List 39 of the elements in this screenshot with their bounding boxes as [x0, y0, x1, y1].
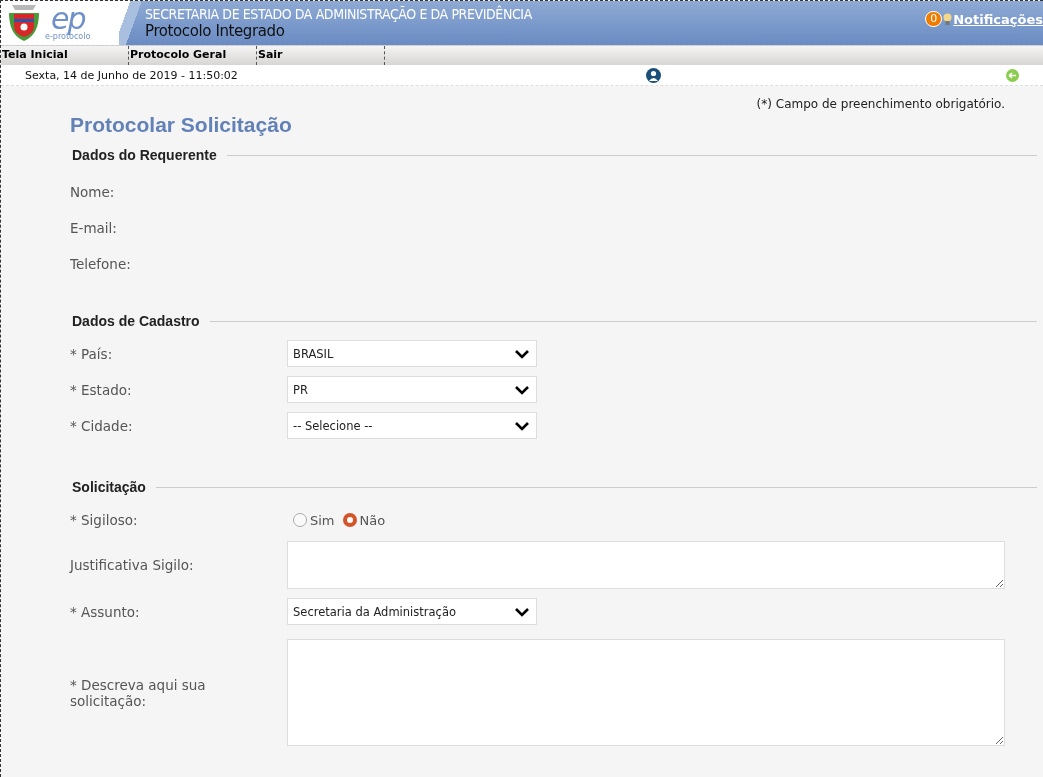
- text-area[interactable]: [287, 639, 1005, 746]
- chevron-down-icon: [514, 384, 530, 395]
- radio-button[interactable]: [293, 513, 307, 527]
- field-label: Telefone:: [70, 256, 132, 272]
- date-time: Sexta, 14 de Junho de 2019 - 11:50:02: [25, 68, 239, 82]
- agency-name: SECRETARIA DE ESTADO DA ADMINISTRAÇÃO E DA PREVIDÊNCIA: [145, 6, 533, 22]
- field-label: * Sigiloso:: [70, 512, 139, 528]
- field-label: * Descreva aqui sua solicitação:: [70, 676, 207, 709]
- chevron-down-icon: [514, 420, 530, 431]
- logo-mark: ep: [50, 5, 85, 33]
- field-label: E-mail:: [70, 220, 118, 236]
- field-label: Nome:: [70, 184, 116, 200]
- text-area[interactable]: [287, 541, 1005, 589]
- chevron-down-icon: [514, 348, 530, 359]
- required-note: (*) Campo de preenchimento obrigatório.: [755, 96, 1005, 111]
- logo-stripe: [119, 1, 141, 45]
- field-label: Justificativa Sigilo:: [70, 557, 195, 573]
- radio-option[interactable]: Não: [342, 512, 386, 528]
- field-label: * Estado:: [70, 381, 133, 398]
- section-title: Dados de Cadastro: [71, 313, 200, 329]
- dropdown-select[interactable]: BRASIL: [287, 340, 537, 367]
- radio-option[interactable]: Sim: [293, 512, 335, 528]
- user-icon[interactable]: [646, 67, 661, 83]
- section-title: Dados do Requerente: [71, 147, 217, 163]
- section-title: Solicitação: [71, 479, 146, 495]
- system-name: Protocolo Integrado: [145, 22, 286, 40]
- dropdown-select[interactable]: PR: [287, 376, 537, 403]
- dropdown-select[interactable]: -- Selecione --: [287, 412, 537, 439]
- field-label: * País:: [70, 345, 114, 362]
- logo-caption: e-protocolo: [45, 33, 91, 41]
- back-arrow-icon[interactable]: [1006, 68, 1019, 82]
- field-label: * Cidade:: [70, 417, 134, 434]
- field-label: * Assunto:: [70, 603, 141, 620]
- lightbulb-icon: [943, 12, 953, 26]
- notification-count: 0: [925, 11, 943, 27]
- chevron-down-icon: [514, 606, 530, 617]
- radio-button[interactable]: [342, 513, 357, 527]
- page-title: Protocolar Solicitação: [70, 113, 293, 137]
- dropdown-select[interactable]: Secretaria da Administração: [287, 598, 537, 625]
